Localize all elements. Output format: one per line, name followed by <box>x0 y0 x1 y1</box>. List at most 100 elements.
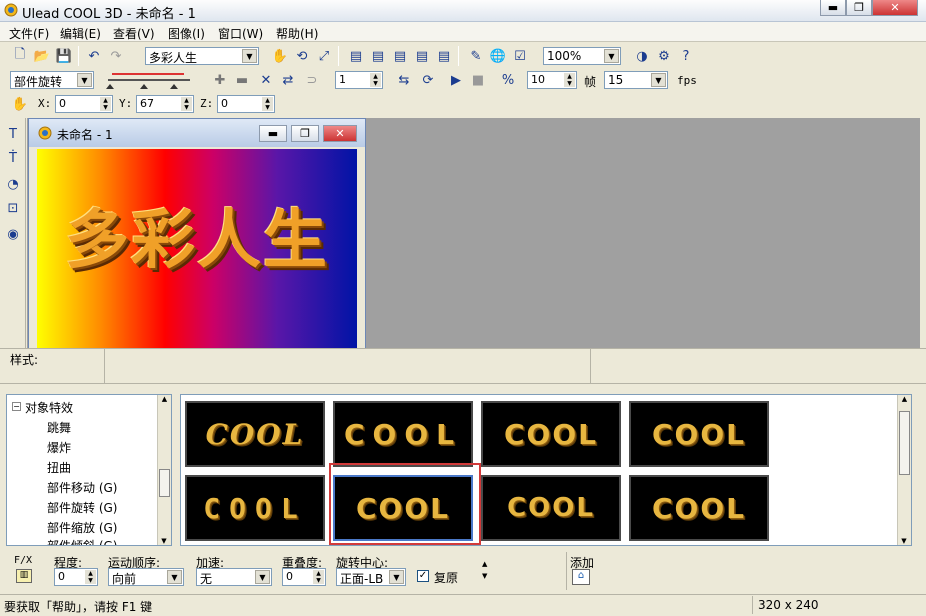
style-label: 样式: <box>10 353 39 367</box>
thumbnail-1[interactable]: COOL <box>185 401 325 467</box>
camera-tool-icon[interactable]: ◉ <box>3 224 23 244</box>
thumbnail-6-selected[interactable]: COOL <box>333 475 473 541</box>
redo-icon[interactable]: ↷ <box>106 46 126 66</box>
status-help-text: 要获取「帮助」，请按 F1 键 <box>4 600 153 614</box>
menu-help[interactable]: 帮助(H) <box>276 25 318 42</box>
bevel-icon-4[interactable]: ▤ <box>412 46 432 66</box>
undo-icon[interactable]: ↶ <box>84 46 104 66</box>
menu-edit[interactable]: 编辑(E) <box>60 25 101 42</box>
tree-scrollbar[interactable]: ▲ ▼ <box>157 395 171 545</box>
z-spin[interactable]: 0 ▲ ▼ <box>217 95 275 113</box>
open-folder-icon[interactable]: 📂 <box>32 46 52 66</box>
fx-label: F/X <box>14 555 33 566</box>
maximize-button[interactable]: ❐ <box>846 0 872 16</box>
frames-spin[interactable]: 10 ▲ ▼ <box>527 71 577 89</box>
thumbnail-3[interactable]: COOL <box>481 401 621 467</box>
play-icon[interactable]: ▶ <box>446 70 466 90</box>
object-icon[interactable]: ◑ <box>632 46 652 66</box>
scale-object-icon[interactable]: ⤢ <box>314 46 334 66</box>
status-bar: 要获取「帮助」，请按 F1 键 320 x 240 <box>0 594 926 616</box>
select-tool-icon[interactable]: ⊡ <box>3 198 23 218</box>
tree-item-part-move[interactable]: 部件移动 (G) <box>47 479 117 496</box>
doc-minimize-button[interactable]: ▬ <box>259 125 287 142</box>
percent-icon[interactable]: % <box>498 70 518 90</box>
3d-text[interactable]: 多彩人生 <box>37 189 357 281</box>
text-edit-icon[interactable]: Ṫ <box>3 148 23 168</box>
effects-tree: − 对象特效 跳舞 爆炸 扭曲 部件移动 (G) 部件旋转 (G) 部件缩放 (… <box>6 394 172 546</box>
render-canvas[interactable]: 多彩人生 <box>37 149 357 349</box>
add-button[interactable]: ⌂ <box>572 569 590 585</box>
reverse-icon[interactable]: ✕ <box>256 70 276 90</box>
frame-spin[interactable]: 1 ▲ ▼ <box>335 71 383 89</box>
thumbnail-8[interactable]: COOL <box>629 475 769 541</box>
save-icon[interactable]: 💾 <box>54 46 74 66</box>
tree-item-part-tilt[interactable]: 部件倾斜 (G) <box>47 537 117 545</box>
fx-icon[interactable]: ▥ <box>16 569 32 583</box>
stop-icon[interactable]: ■ <box>468 70 488 90</box>
x-label: X: <box>38 97 52 110</box>
tree-item-explode[interactable]: 爆炸 <box>47 439 71 456</box>
thumbnail-5[interactable]: COOL <box>185 475 325 541</box>
center-combo[interactable]: 正面-LB ▼ <box>336 568 406 586</box>
globe-icon[interactable]: 🌐 <box>488 46 508 66</box>
tree-root[interactable]: 对象特效 <box>25 399 73 416</box>
menu-view[interactable]: 查看(V) <box>113 25 155 42</box>
shape-tool-icon[interactable]: ◔ <box>3 174 23 194</box>
x-spin[interactable]: 0 ▲ ▼ <box>55 95 113 113</box>
bevel-icon-1[interactable]: ▤ <box>346 46 366 66</box>
doc-close-button[interactable]: ✕ <box>323 125 357 142</box>
paint-icon[interactable]: ✎ <box>466 46 486 66</box>
bevel-icon-3[interactable]: ▤ <box>390 46 410 66</box>
timeline-slider[interactable] <box>104 70 194 90</box>
thumbnail-4[interactable]: COOL <box>629 401 769 467</box>
degree-spin[interactable]: 0 ▲ ▼ <box>54 568 98 586</box>
collapse-icon[interactable]: − <box>12 402 21 411</box>
repeat-icon[interactable]: ⟳ <box>418 70 438 90</box>
swap-icon[interactable]: ⇄ <box>278 70 298 90</box>
bevel-icon-2[interactable]: ▤ <box>368 46 388 66</box>
text-combo[interactable]: 多彩人生 ▼ <box>145 47 259 65</box>
gallery-scrollbar[interactable]: ▲ ▼ <box>897 395 911 545</box>
y-spin[interactable]: 67 ▲ ▼ <box>136 95 194 113</box>
hand-icon[interactable]: ✋ <box>270 46 290 66</box>
tree-item-part-rotate[interactable]: 部件旋转 (G) <box>47 499 117 516</box>
restore-checkbox[interactable]: ✓ <box>417 570 429 582</box>
param-scroll-arrows[interactable]: ▲ ▼ <box>482 558 487 582</box>
window-title: Ulead COOL 3D - 未命名 - 1 <box>22 7 196 22</box>
text-tool-icon[interactable]: T <box>3 124 23 144</box>
zoom-combo[interactable]: 100% ▼ <box>543 47 621 65</box>
thumbnail-7[interactable]: COOL <box>481 475 621 541</box>
accel-combo[interactable]: 无 ▼ <box>196 568 272 586</box>
title-bar: Ulead COOL 3D - 未命名 - 1 ▬ ❐ ✕ <box>0 0 926 22</box>
order-combo[interactable]: 向前 ▼ <box>108 568 184 586</box>
tree-item-twist[interactable]: 扭曲 <box>47 459 71 476</box>
add-keyframe-icon[interactable]: ✚ <box>210 70 230 90</box>
fps-combo[interactable]: 15 ▼ <box>604 71 668 89</box>
help-pointer-icon[interactable]: ? <box>676 46 696 66</box>
close-button[interactable]: ✕ <box>872 0 918 16</box>
menu-window[interactable]: 窗口(W) <box>218 25 263 42</box>
loop-icon[interactable]: ⊃ <box>302 70 322 90</box>
toolbar-main: 🗋 📂 💾 ↶ ↷ 多彩人生 ▼ ✋ ⟲ ⤢ ▤ ▤ ▤ ▤ ▤ ✎ 🌐 ☑ 10… <box>0 44 926 68</box>
frames-label: 帧 <box>584 75 597 89</box>
overlap-spin[interactable]: 0 ▲ ▼ <box>282 568 326 586</box>
tree-item-part-scale[interactable]: 部件缩放 (G) <box>47 519 117 536</box>
effect-combo[interactable]: 部件旋转 ▼ <box>10 71 94 89</box>
new-file-icon[interactable]: 🗋 <box>10 46 30 66</box>
chart-icon[interactable]: ☑ <box>510 46 530 66</box>
remove-keyframe-icon[interactable]: ▬ <box>232 70 252 90</box>
pingpong-icon[interactable]: ⇆ <box>394 70 414 90</box>
rotate-object-icon[interactable]: ⟲ <box>292 46 312 66</box>
minimize-button[interactable]: ▬ <box>820 0 846 16</box>
menu-file[interactable]: 文件(F) <box>9 25 49 42</box>
hand-move-icon[interactable]: ✋ <box>10 94 30 114</box>
bevel-icon-5[interactable]: ▤ <box>434 46 454 66</box>
status-size: 320 x 240 <box>758 598 819 612</box>
style-bar: 样式: <box>0 348 926 384</box>
doc-maximize-button[interactable]: ❐ <box>291 125 319 142</box>
menu-image[interactable]: 图像(I) <box>168 25 205 42</box>
tree-item-dance[interactable]: 跳舞 <box>47 419 71 436</box>
thumbnail-2[interactable]: COOL <box>333 401 473 467</box>
settings-icon[interactable]: ⚙ <box>654 46 674 66</box>
document-titlebar: 未命名 - 1 ▬ ❐ ✕ <box>29 119 365 147</box>
